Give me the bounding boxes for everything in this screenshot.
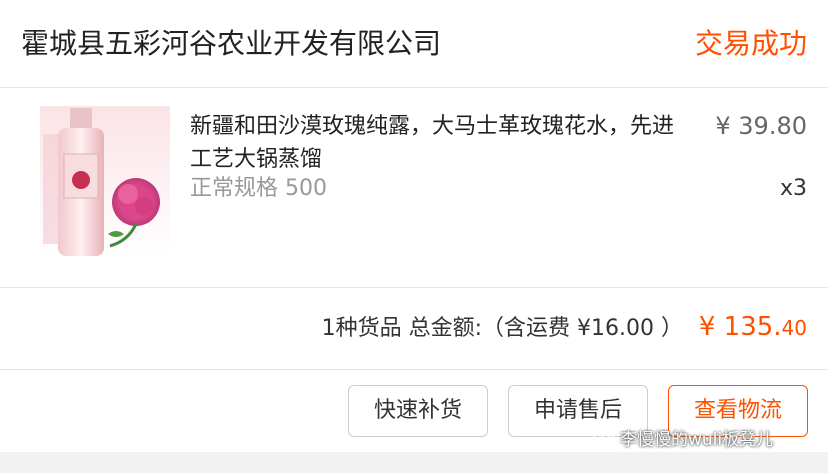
bottom-divider [0, 452, 828, 473]
order-status: 交易成功 [694, 27, 807, 60]
order-header: 霍城县五彩河谷农业开发有限公司 交易成功 [0, 0, 828, 88]
product-image[interactable] [40, 106, 170, 258]
product-price: ¥ 39.80 [715, 112, 807, 140]
summary-text: 1种货品 总金额:（含运费 ¥16.00 ） [321, 316, 683, 341]
total-amount-cents: 40 [781, 316, 807, 340]
wechat-icon [593, 427, 615, 445]
order-summary: 1种货品 总金额:（含运费 ¥16.00 ） ¥ 135.40 [0, 288, 828, 370]
total-amount-main: ¥ 135. [698, 312, 782, 342]
product-row[interactable]: 新疆和田沙漠玫瑰纯露，大马士革玫瑰花水，先进工艺大锅蒸馏 正常规格 500 ¥ … [0, 88, 828, 288]
watermark-text: 李慢慢的wuli板凳儿 [620, 429, 774, 450]
product-title[interactable]: 新疆和田沙漠玫瑰纯露，大马士革玫瑰花水，先进工艺大锅蒸馏 [190, 110, 695, 176]
product-quantity: x3 [779, 176, 807, 201]
restock-button[interactable]: 快速补货 [348, 385, 488, 437]
shop-name[interactable]: 霍城县五彩河谷农业开发有限公司 [21, 26, 441, 62]
order-card: 霍城县五彩河谷农业开发有限公司 交易成功 新疆和田沙漠玫瑰纯露，大马士革玫瑰花水… [0, 0, 828, 473]
watermark: 李慢慢的wuli板凳儿 [593, 422, 773, 452]
total-amount: ¥ 135.40 [699, 310, 807, 345]
product-spec: 正常规格 500 [190, 176, 327, 201]
